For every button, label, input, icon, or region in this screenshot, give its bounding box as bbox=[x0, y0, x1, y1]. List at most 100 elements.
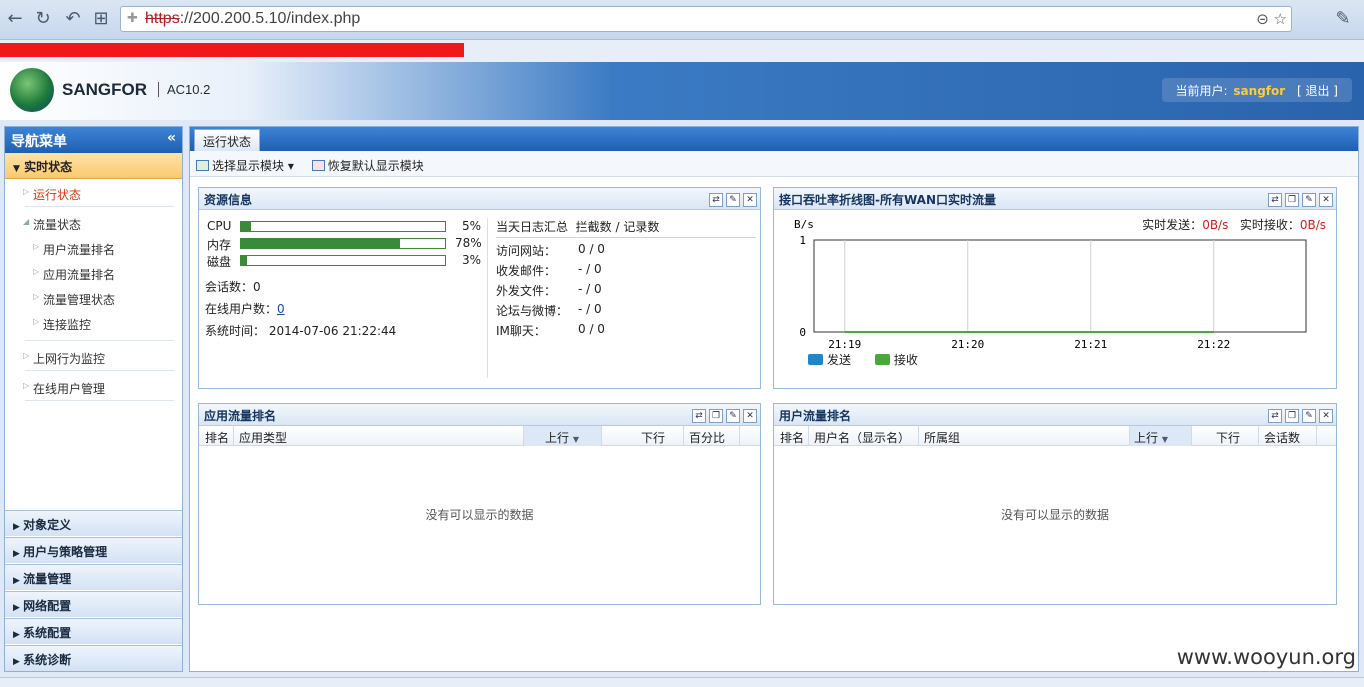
sort-desc-icon: ▼ bbox=[572, 435, 579, 444]
sidebar-group-network-config[interactable]: ▶ 网络配置 bbox=[5, 591, 182, 617]
legend-swatch bbox=[808, 354, 823, 365]
divider bbox=[601, 426, 602, 446]
col-percent[interactable]: 百分比 bbox=[689, 429, 725, 446]
reload-icon[interactable]: ↻ bbox=[32, 8, 54, 30]
col-group[interactable]: 所属组 bbox=[924, 429, 960, 446]
page-icon: ✚ bbox=[127, 11, 138, 26]
restore-default-button[interactable]: 恢复默认显示模块 bbox=[311, 159, 424, 173]
memory-label: 内存 bbox=[207, 238, 232, 252]
sort-desc-icon: ▼ bbox=[1161, 435, 1168, 444]
divider bbox=[683, 426, 684, 446]
sidebar-item-traffic-mgmt-status[interactable]: ▷ 流量管理状态 bbox=[5, 286, 182, 311]
cpu-row: CPU 5% bbox=[205, 218, 481, 235]
wrench-icon[interactable]: ✎ bbox=[1332, 8, 1354, 30]
restore-icon[interactable]: ❐ bbox=[1285, 409, 1299, 423]
caret-down-icon: ◢ bbox=[23, 217, 30, 226]
close-icon[interactable]: ✕ bbox=[1319, 409, 1333, 423]
col-download[interactable]: 下行 bbox=[641, 429, 665, 446]
collapse-icon[interactable]: « bbox=[167, 130, 176, 146]
plot-area bbox=[813, 239, 1307, 333]
refresh-icon[interactable]: ⇄ bbox=[692, 409, 706, 423]
sidebar-group-system-diagnosis[interactable]: ▶ 系统诊断 bbox=[5, 645, 182, 671]
triangle-right-icon: ▶ bbox=[13, 657, 24, 667]
divider bbox=[25, 206, 174, 207]
chart-legend: 发送 接收 bbox=[808, 351, 918, 368]
app-traffic-rank-panel: 应用流量排名 ⇄ ❐ ✎ ✕ 排名 应用类型 上行 ▼ 下行 百分比 没有可以显示的数… bbox=[198, 403, 761, 605]
cpu-bar-fill bbox=[241, 222, 252, 231]
col-upload[interactable]: 上行 ▼ bbox=[1134, 429, 1168, 446]
module-add-icon bbox=[196, 160, 209, 171]
sidebar-group-traffic-mgmt[interactable]: ▶ 流量管理 bbox=[5, 564, 182, 590]
back-icon[interactable]: ← bbox=[4, 8, 26, 30]
col-download[interactable]: 下行 bbox=[1216, 429, 1240, 446]
apps-icon[interactable]: ⊞ bbox=[90, 8, 112, 30]
current-username: sangfor bbox=[1233, 84, 1286, 98]
browser-toolbar: ← ↻ ↶ ⊞ ✚ https://200.200.5.10/index.php… bbox=[0, 0, 1364, 40]
caret-right-icon: ▷ bbox=[33, 317, 40, 326]
sidebar-item-online-user-mgmt[interactable]: ▷ 在线用户管理 bbox=[5, 375, 182, 400]
col-rank[interactable]: 排名 bbox=[780, 429, 804, 446]
section-realtime-status[interactable]: ▼ 实时状态 bbox=[5, 153, 182, 179]
sidebar-item-run-status[interactable]: ▷ 运行状态 bbox=[5, 181, 182, 206]
close-icon[interactable]: ✕ bbox=[743, 193, 757, 207]
divider bbox=[523, 426, 524, 446]
settings-icon[interactable]: ✎ bbox=[726, 193, 740, 207]
caret-right-icon: ▷ bbox=[33, 267, 40, 276]
app-header: SANGFOR AC10.2 当前用户: sangfor [ 退出 ] bbox=[0, 62, 1364, 120]
divider bbox=[25, 400, 174, 401]
tab-run-status[interactable]: 运行状态 bbox=[194, 129, 261, 151]
session-count: 会话数：0 bbox=[205, 280, 261, 294]
settings-icon[interactable]: ✎ bbox=[726, 409, 740, 423]
memory-pct: 78% bbox=[455, 236, 482, 250]
sidebar-group-object-definition[interactable]: ▶ 对象定义 bbox=[5, 510, 182, 536]
sidebar-item-user-traffic-rank[interactable]: ▷ 用户流量排名 bbox=[5, 236, 182, 261]
sidebar-group-user-policy[interactable]: ▶ 用户与策略管理 bbox=[5, 537, 182, 563]
x-tick-label: 21:20 bbox=[951, 338, 984, 351]
panel-title: 应用流量排名 ⇄ ❐ ✎ ✕ bbox=[199, 404, 760, 426]
sidebar-item-traffic-status[interactable]: ◢ 流量状态 bbox=[5, 211, 182, 236]
caret-right-icon: ▷ bbox=[23, 187, 30, 196]
online-user-link[interactable]: 0 bbox=[277, 302, 285, 316]
close-icon[interactable]: ✕ bbox=[743, 409, 757, 423]
restore-icon[interactable]: ❐ bbox=[709, 409, 723, 423]
log-row: 收发邮件： - / 0 bbox=[496, 262, 602, 278]
sidebar-item-behavior-monitor[interactable]: ▷ 上网行为监控 bbox=[5, 345, 182, 370]
caret-right-icon: ▷ bbox=[33, 292, 40, 301]
caret-right-icon: ▷ bbox=[23, 351, 30, 360]
online-user-count: 在线用户数：0 bbox=[205, 302, 285, 316]
caret-right-icon: ▷ bbox=[33, 242, 40, 251]
restore-icon[interactable]: ❐ bbox=[1285, 193, 1299, 207]
col-app-type[interactable]: 应用类型 bbox=[239, 429, 287, 446]
triangle-right-icon: ▶ bbox=[13, 576, 24, 586]
col-upload[interactable]: 上行 ▼ bbox=[545, 429, 579, 446]
select-modules-button[interactable]: 选择显示模块 ▾ bbox=[196, 159, 294, 173]
address-bar[interactable]: ✚ https://200.200.5.10/index.php ⊝ ☆ bbox=[120, 6, 1292, 32]
settings-icon[interactable]: ✎ bbox=[1302, 409, 1316, 423]
memory-bar bbox=[240, 238, 446, 249]
memory-row: 内存 78% bbox=[205, 235, 482, 252]
divider bbox=[1129, 426, 1130, 446]
legend-recv: 接收 bbox=[874, 353, 918, 367]
col-sessions[interactable]: 会话数 bbox=[1264, 429, 1300, 446]
sidebar-item-app-traffic-rank[interactable]: ▷ 应用流量排名 bbox=[5, 261, 182, 286]
log-row: 访问网站： 0 / 0 bbox=[496, 242, 605, 258]
refresh-icon[interactable]: ⇄ bbox=[1268, 409, 1282, 423]
col-username[interactable]: 用户名（显示名） bbox=[814, 429, 910, 446]
legend-send: 发送 bbox=[808, 353, 851, 367]
refresh-icon[interactable]: ⇄ bbox=[1268, 193, 1282, 207]
disk-row: 磁盘 3% bbox=[205, 252, 481, 269]
close-icon[interactable]: ✕ bbox=[1319, 193, 1333, 207]
redaction-bar bbox=[0, 43, 464, 57]
divider bbox=[1258, 426, 1259, 446]
logout-link[interactable]: [ 退出 ] bbox=[1297, 84, 1338, 98]
sidebar-group-system-config[interactable]: ▶ 系统配置 bbox=[5, 618, 182, 644]
resource-panel: 资源信息 ⇄✎✕ CPU 5% 内存 78% 磁盘 3% 会话数：0 在线用 bbox=[198, 187, 761, 389]
y-axis-label: B/s bbox=[794, 218, 814, 231]
bookmark-star-icon[interactable]: ⊝ ☆ bbox=[1256, 10, 1287, 28]
sidebar-item-connection-monitor[interactable]: ▷ 连接监控 bbox=[5, 311, 182, 336]
undo-icon[interactable]: ↶ bbox=[62, 8, 84, 30]
col-rank[interactable]: 排名 bbox=[205, 429, 229, 446]
watermark: www.wooyun.org bbox=[1176, 645, 1356, 669]
settings-icon[interactable]: ✎ bbox=[1302, 193, 1316, 207]
refresh-icon[interactable]: ⇄ bbox=[709, 193, 723, 207]
